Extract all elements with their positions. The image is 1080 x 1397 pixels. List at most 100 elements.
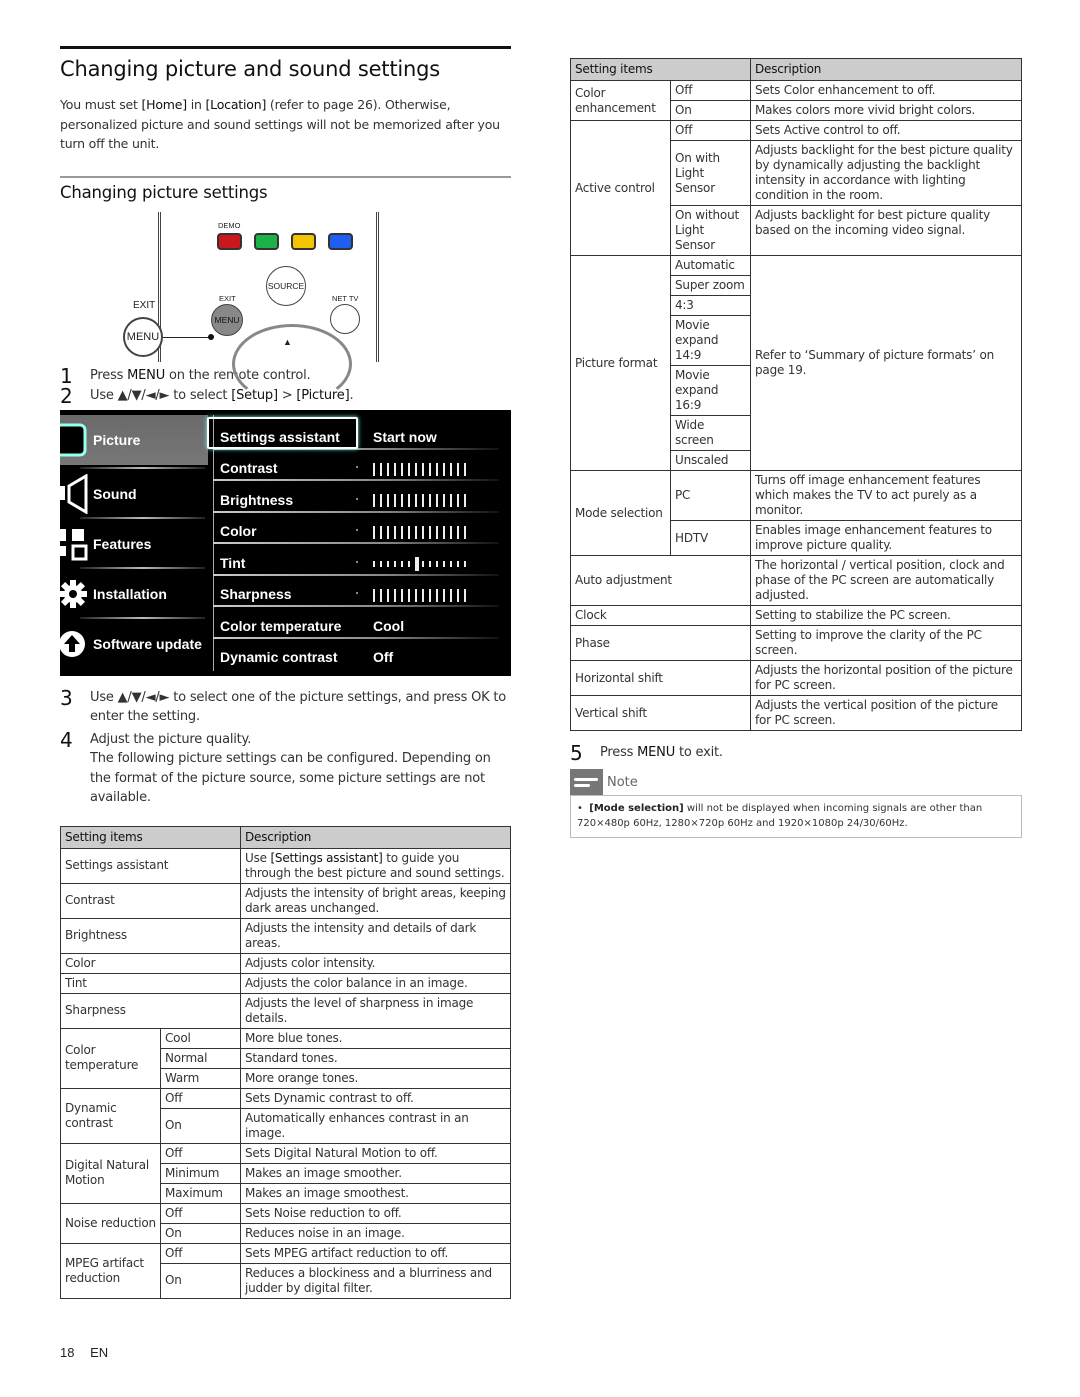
tv-setting-slider[interactable] — [373, 494, 466, 508]
table-row: Color enhancement Off Sets Color enhanceme… — [570, 80, 1022, 121]
page-number: 18 — [60, 1345, 75, 1360]
slider-tick — [443, 462, 445, 476]
slider-tick — [408, 560, 410, 567]
tv-setting-slider[interactable] — [373, 556, 466, 571]
table-row: Phase Setting to improve the clarity of t… — [570, 625, 1022, 661]
table-row: Color Adjusts color intensity. — [60, 952, 511, 974]
nav-ring — [232, 323, 352, 404]
nettv-button[interactable] — [330, 303, 360, 334]
table-row: Horizontal shift Adjusts the horizontal p… — [570, 660, 1022, 696]
red-button[interactable] — [217, 232, 242, 250]
right-column: Setting items Description Color enhancemen… — [570, 58, 1022, 838]
setting-option: Maximum — [160, 1182, 241, 1204]
note-icon — [570, 769, 603, 795]
tv-setting-row[interactable]: Contrast — [213, 450, 499, 481]
slider-tick — [394, 462, 396, 476]
setting-option: Movie expand 16:9 — [670, 365, 751, 416]
setting-description: Automatically enhances contrast in an im… — [240, 1107, 511, 1144]
slider-tick — [408, 494, 410, 507]
slider-tick — [422, 560, 424, 567]
setting-option: Off — [670, 80, 751, 101]
setting-item: Clock — [570, 605, 751, 626]
setting-description: Refer to ‘Summary of picture formats’ on… — [750, 255, 1022, 471]
setting-item: Auto adjustment — [570, 555, 751, 606]
tv-category-installation[interactable]: Installation — [60, 569, 208, 619]
tv-setting-slider[interactable] — [373, 525, 466, 539]
slider-tick — [380, 560, 382, 567]
table-row: Brightness Adjusts the intensity and deta… — [60, 917, 511, 954]
setting-description: Adjusts the level of sharpness in image … — [240, 992, 511, 1029]
step-3: 3 Use ▲/▼/◄/► to select one of the pictur… — [60, 685, 507, 725]
slider-tick — [387, 494, 389, 507]
setting-item: Phase — [570, 625, 751, 661]
setting-option: On without Light Sensor — [670, 205, 751, 256]
slider-tick — [457, 494, 459, 507]
up-arrow-icon: ▲ — [283, 336, 292, 347]
table-row: Noise reduction Off Sets Noise reduction t… — [60, 1202, 511, 1244]
tv-setting-row[interactable]: Tint — [213, 545, 499, 576]
tv-settings-menu: Picture Sound Features Installation Soft… — [60, 409, 511, 676]
slider-tick — [443, 560, 445, 567]
slider-tick — [408, 525, 410, 539]
slider-tick — [436, 525, 438, 539]
setting-item: Sharpness — [60, 992, 241, 1029]
green-button[interactable] — [254, 232, 279, 250]
menu-button[interactable]: MENU — [211, 303, 243, 336]
header-setting-items: Setting items — [60, 825, 241, 849]
slider-tick — [422, 462, 424, 476]
setting-description: Turns off image enhancement features whi… — [750, 470, 1022, 521]
setting-option: Super zoom — [670, 275, 751, 296]
setting-description: Sets Dynamic contrast to off. — [240, 1087, 511, 1109]
slider-tick — [450, 560, 452, 567]
source-button[interactable]: SOURCE — [266, 265, 306, 306]
remote-edge — [376, 211, 379, 362]
tv-setting-label: Color — [220, 523, 257, 539]
slider-tick — [436, 494, 438, 507]
tv-setting-row[interactable]: Sharpness — [213, 576, 499, 607]
setting-description: Makes colors more vivid bright colors. — [750, 100, 1022, 121]
tv-category-software-update[interactable]: Software update — [60, 619, 208, 669]
tv-setting-row[interactable]: Color temperature Cool — [213, 608, 499, 639]
setting-description: Sets Digital Natural Motion to off. — [240, 1142, 511, 1164]
slider-tick — [457, 462, 459, 476]
tv-setting-value: Off — [373, 649, 394, 665]
setting-option: Off — [160, 1087, 241, 1109]
tv-setting-slider[interactable] — [373, 588, 466, 602]
setting-description: Adjusts the horizontal position of the p… — [750, 660, 1022, 696]
slider-tick — [429, 494, 431, 507]
slider-tick — [457, 525, 459, 539]
page-footer: 18 EN — [60, 1345, 108, 1360]
nettv-label: NET TV — [332, 293, 359, 303]
tv-category-picture[interactable]: Picture — [60, 414, 208, 465]
setting-description: Adjusts backlight for best picture quali… — [750, 205, 1022, 256]
slider-min-dot — [356, 497, 358, 500]
slider-tick — [464, 588, 466, 602]
slider-tick — [422, 588, 424, 602]
slider-tick — [373, 588, 375, 602]
slider-tick — [408, 462, 410, 476]
tv-setting-row[interactable]: Dynamic contrast Off — [213, 639, 499, 670]
tv-category-features[interactable]: Features — [60, 519, 208, 569]
table-row: Tint Adjusts the color balance in an imag… — [60, 972, 511, 994]
setting-item: Mode selection — [570, 470, 671, 556]
slider-tick — [415, 588, 417, 602]
table-row: MPEG artifact reduction Off Sets MPEG arti… — [60, 1242, 511, 1299]
slider-tick — [387, 525, 389, 539]
blue-button[interactable] — [328, 232, 353, 250]
slider-tick — [436, 560, 438, 567]
tv-setting-slider[interactable] — [373, 462, 466, 476]
setting-description: Adjusts the color balance in an image. — [240, 972, 511, 994]
setting-option: On — [160, 1107, 241, 1144]
slider-tick — [415, 494, 417, 507]
table-row: Auto adjustment The horizontal / vertical… — [570, 555, 1022, 606]
tv-setting-row[interactable]: Color — [213, 513, 499, 544]
yellow-button[interactable] — [291, 232, 316, 250]
setting-item: Vertical shift — [570, 695, 751, 731]
gear-icon — [60, 579, 87, 608]
slider-tick — [464, 560, 466, 567]
slider-tick — [429, 560, 431, 567]
slider-tick — [387, 588, 389, 602]
tv-category-sound[interactable]: Sound — [60, 469, 208, 519]
tv-setting-row[interactable]: Brightness — [213, 482, 499, 513]
tv-setting-label: Contrast — [220, 460, 278, 476]
